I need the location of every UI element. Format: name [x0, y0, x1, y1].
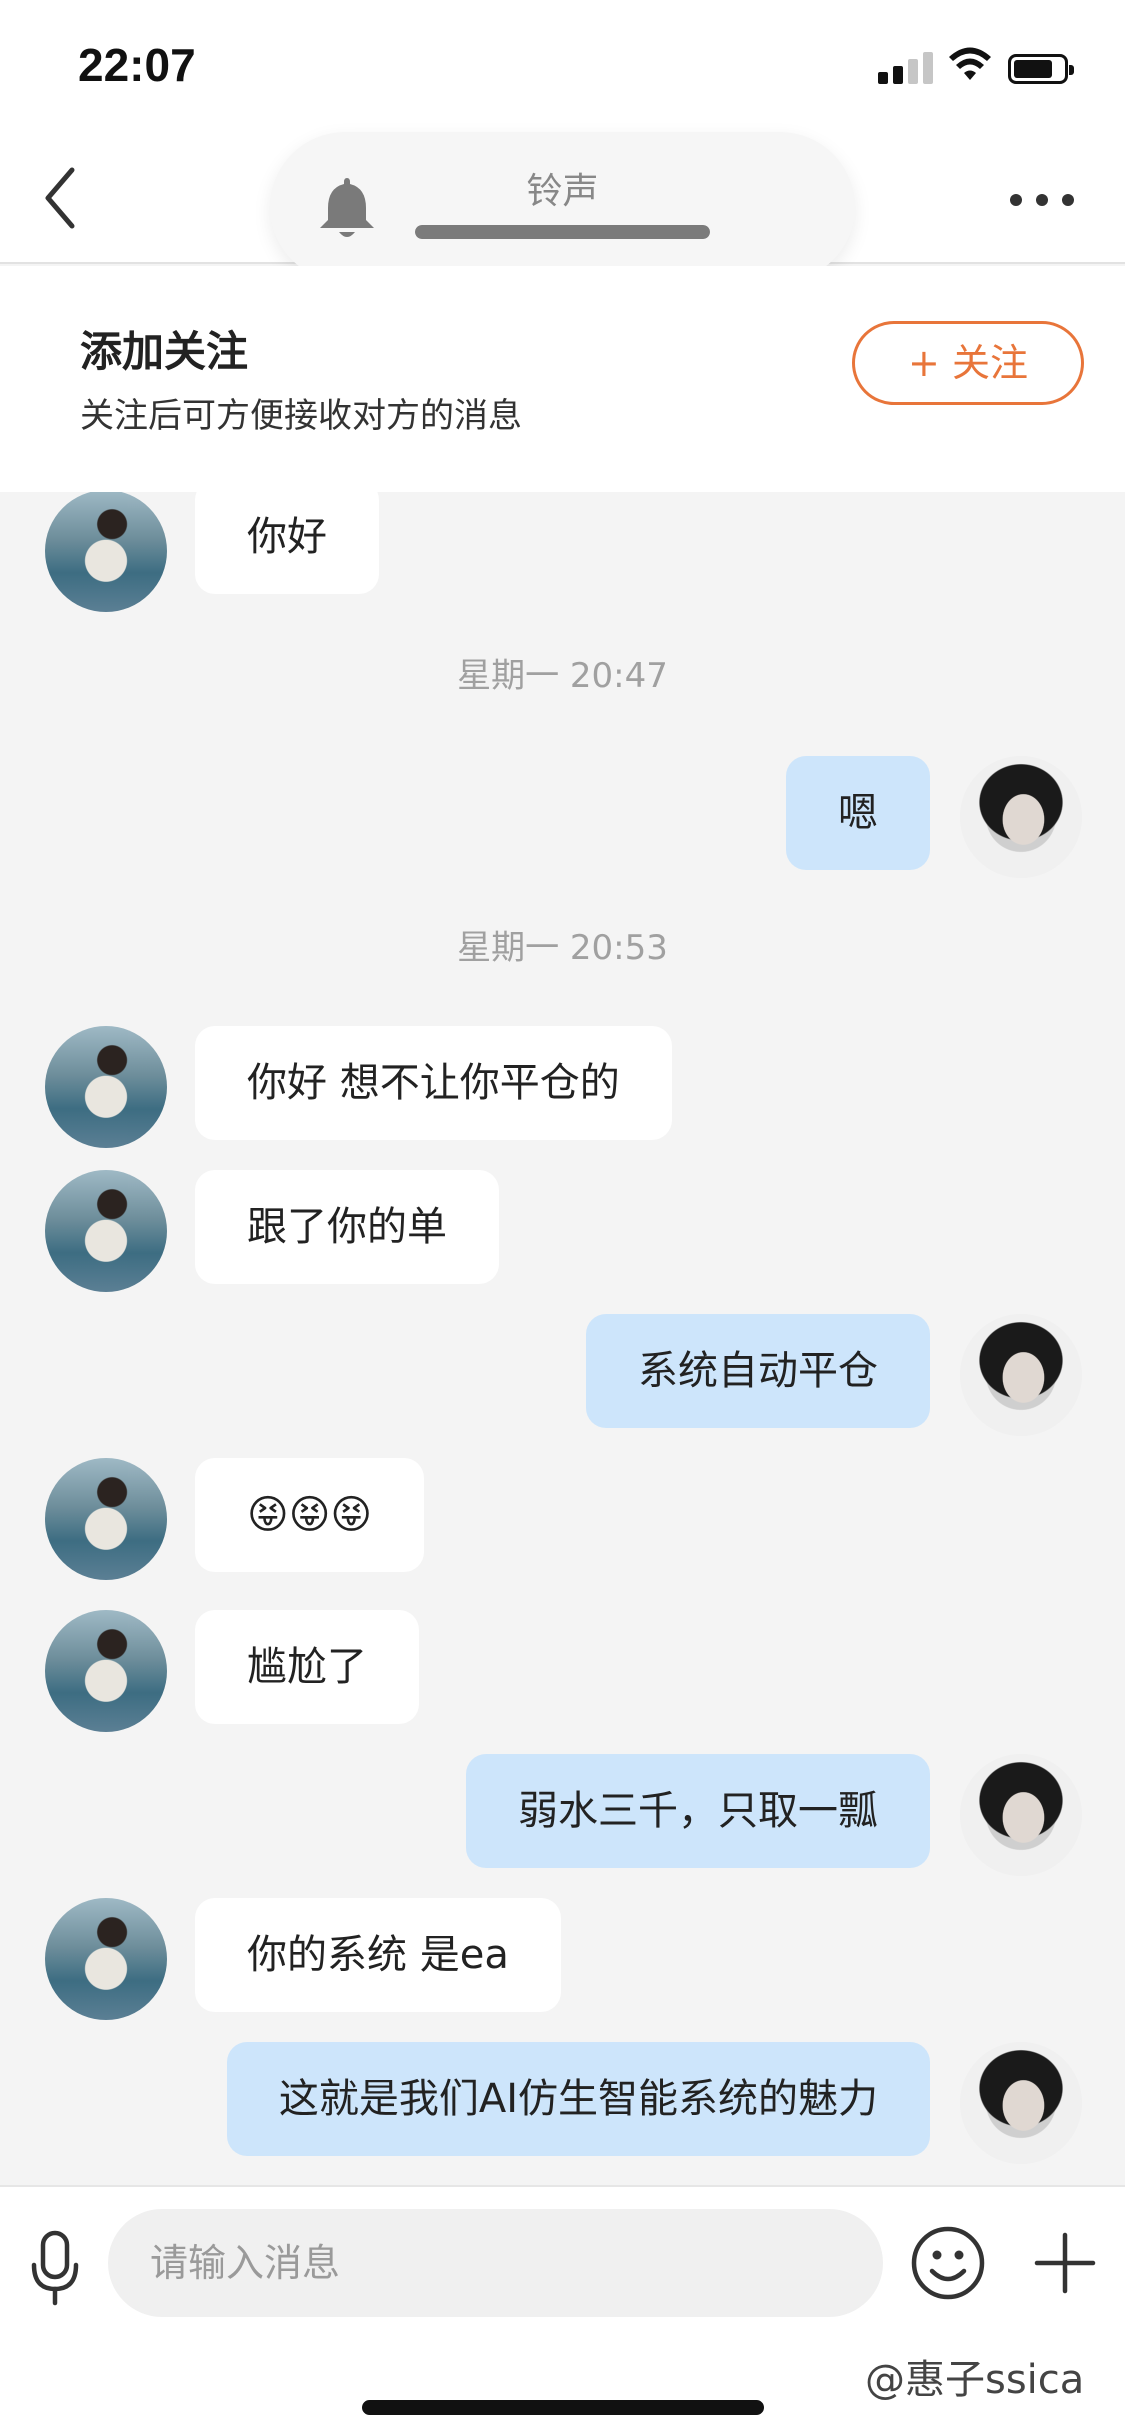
message-timestamp: 星期一 20:47: [457, 656, 668, 696]
battery-icon: [1008, 54, 1074, 84]
microphone-icon[interactable]: [28, 2229, 82, 2309]
plus-icon[interactable]: [1034, 2227, 1096, 2299]
contact-avatar[interactable]: [45, 1458, 167, 1580]
incoming-message-bubble[interactable]: 你好: [195, 492, 379, 594]
ringtone-volume-slider[interactable]: [415, 225, 710, 239]
back-chevron-icon[interactable]: [40, 162, 80, 234]
my-avatar[interactable]: [960, 1754, 1082, 1876]
status-time: 22:07: [78, 39, 196, 91]
ringtone-volume-fill: [415, 225, 710, 239]
contact-avatar[interactable]: [45, 1026, 167, 1148]
incoming-message-bubble[interactable]: 你的系统 是ea: [195, 1898, 561, 2012]
contact-avatar[interactable]: [45, 492, 167, 612]
smiley-icon[interactable]: [910, 2225, 986, 2301]
follow-subtitle: 关注后可方便接收对方的消息: [80, 396, 522, 436]
my-avatar[interactable]: [960, 1314, 1082, 1436]
outgoing-message-bubble[interactable]: 嗯: [786, 756, 930, 870]
wifi-icon: [949, 47, 991, 80]
message-input[interactable]: [108, 2209, 883, 2317]
cellular-signal-icon: [878, 50, 934, 84]
incoming-message-bubble[interactable]: 你好 想不让你平仓的: [195, 1026, 672, 1140]
watermark: @惠子ssica: [865, 2357, 1085, 2403]
ringtone-volume-hud: 铃声: [270, 132, 855, 282]
follow-banner: 添加关注 关注后可方便接收对方的消息 + 关注: [0, 266, 1125, 492]
status-bar: 22:07: [0, 0, 1125, 132]
incoming-message-bubble[interactable]: 尴尬了: [195, 1610, 419, 1724]
contact-avatar[interactable]: [45, 1170, 167, 1292]
my-avatar[interactable]: [960, 756, 1082, 878]
follow-button[interactable]: + 关注: [852, 321, 1084, 405]
follow-title: 添加关注: [80, 327, 249, 376]
ringtone-label: 铃声: [526, 171, 599, 212]
incoming-message-bubble[interactable]: 跟了你的单: [195, 1170, 499, 1284]
more-dots-icon[interactable]: [1010, 192, 1074, 208]
message-timestamp: 星期一 20:53: [457, 928, 668, 968]
outgoing-message-bubble[interactable]: 这就是我们AI仿生智能系统的魅力: [226, 2042, 930, 2156]
my-avatar[interactable]: [960, 2042, 1082, 2164]
chat-message-list[interactable]: 你好 星期一 20:47 嗯 星期一 20:53 你好 想不让你平仓的 跟了你的…: [0, 492, 1125, 2185]
incoming-message-bubble[interactable]: 😝😝😝: [195, 1458, 425, 1572]
contact-avatar[interactable]: [45, 1610, 167, 1732]
outgoing-message-bubble[interactable]: 系统自动平仓: [586, 1314, 930, 1428]
outgoing-message-bubble[interactable]: 弱水三千，只取一瓢: [466, 1754, 930, 1868]
contact-avatar[interactable]: [45, 1898, 167, 2020]
home-indicator: [362, 2400, 764, 2415]
input-bar: @惠子ssica: [0, 2185, 1125, 2436]
